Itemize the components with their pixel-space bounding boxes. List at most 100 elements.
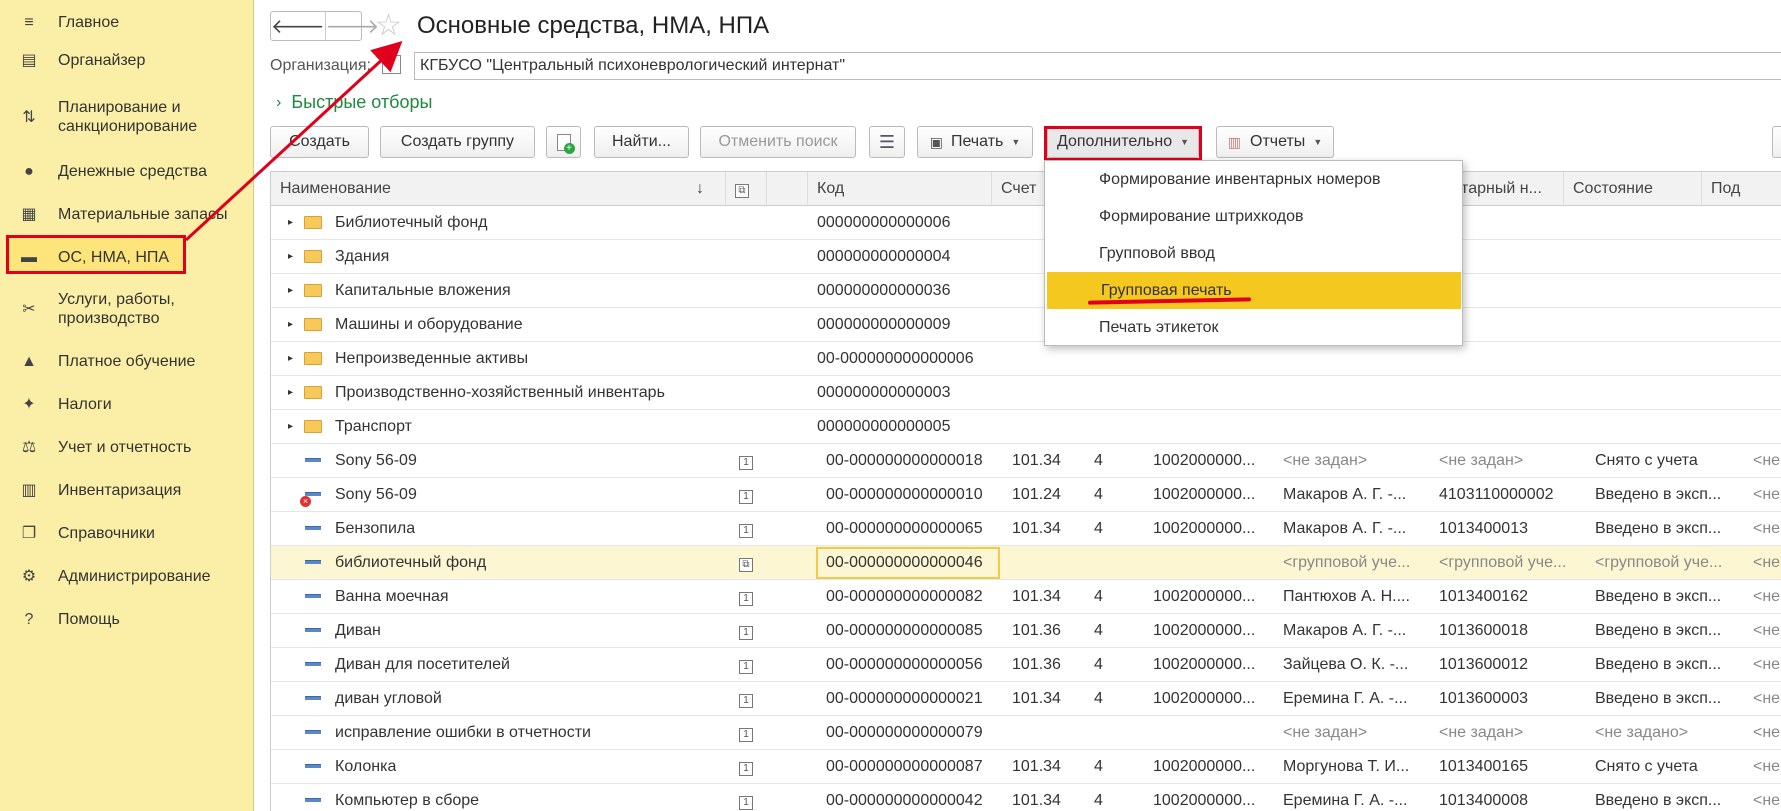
row-name: Здания (335, 248, 390, 265)
expand-triangle-icon[interactable]: ▸ (288, 240, 293, 274)
row-account: 101.36 (1012, 656, 1061, 673)
expand-triangle-icon[interactable]: ▸ (288, 274, 293, 308)
create-button[interactable]: Создать (270, 126, 369, 158)
column-name[interactable]: Наименование (271, 172, 726, 206)
expand-triangle-icon[interactable]: ▸ (288, 410, 293, 444)
sidebar-item-accounting[interactable]: ⚖ Учет и отчетность (18, 436, 192, 458)
row-name: Диван для посетителей (335, 656, 510, 673)
item-icon (305, 444, 321, 478)
column-code[interactable]: Код (808, 172, 992, 206)
menu-item-inventory-numbers[interactable]: Формирование инвентарных номеров (1045, 161, 1462, 198)
menu-item-barcodes[interactable]: Формирование штрихкодов (1045, 198, 1462, 235)
row-state: Введено в эксп... (1595, 486, 1721, 503)
sidebar-item-administration[interactable]: ⚙ Администрирование (18, 565, 211, 587)
table-row[interactable]: Колонка 1 00-000000000000087 101.34 4 10… (271, 750, 1781, 784)
reports-button[interactable]: ▥ Отчеты ▼ (1216, 126, 1334, 158)
table-row-folder[interactable]: ▸ Непроизведенные активы 00-000000000000… (271, 342, 1781, 376)
table-row-folder[interactable]: ▸ Библиотечный фонд 000000000000006 (271, 206, 1781, 240)
back-button[interactable]: 🡐 (271, 12, 325, 40)
item-icon (305, 750, 321, 784)
menu-item-label-print[interactable]: Печать этикеток (1045, 309, 1462, 346)
sidebar-item-organizer[interactable]: ▤ Органайзер (18, 49, 145, 71)
row-sub: <не (1753, 656, 1781, 673)
cancel-search-button[interactable]: Отменить поиск (700, 126, 856, 158)
sidebar-item-paid-education[interactable]: ▲ Платное обучение (18, 350, 195, 372)
folder-icon (304, 308, 322, 342)
row-inventory-number: 1013600018 (1439, 622, 1528, 639)
table-row[interactable]: Компьютер в сборе 1 00-000000000000042 1… (271, 784, 1781, 811)
list-settings-button[interactable]: ☰ (869, 126, 905, 158)
single-mark-icon: 1 (739, 512, 753, 546)
sidebar-item-money[interactable]: ● Денежные средства (18, 160, 207, 182)
row-kfo: 4 (1094, 690, 1103, 707)
menu-item-group-input[interactable]: Групповой ввод (1045, 235, 1462, 272)
sidebar-item-materials[interactable]: ▦ Материальные запасы (18, 203, 227, 225)
row-code: 00-000000000000082 (826, 588, 983, 605)
row-code: 000000000000009 (817, 316, 951, 333)
table-row[interactable]: исправление ошибки в отчетности 1 00-000… (271, 716, 1781, 750)
table-row[interactable]: Ванна моечная 1 00-000000000000082 101.3… (271, 580, 1781, 614)
single-mark-icon: 1 (739, 784, 753, 811)
row-name: Машины и оборудование (335, 316, 523, 333)
sort-arrow-icon[interactable]: ↓ (696, 172, 726, 206)
sidebar-item-services[interactable]: ✂ Услуги, работы, производство (18, 290, 208, 328)
reports-label: Отчеты (1250, 133, 1306, 150)
expand-triangle-icon[interactable]: ▸ (288, 308, 293, 342)
organizer-icon: ▤ (21, 51, 37, 69)
sidebar-item-help[interactable]: ? Помощь (18, 608, 120, 630)
sidebar-item-inventory[interactable]: ▥ Инвентаризация (18, 479, 181, 501)
table-row[interactable]: Sony 56-09 1 00-000000000000018 101.34 4… (271, 444, 1781, 478)
column-sub[interactable]: Под (1702, 172, 1781, 206)
quick-filters-toggle[interactable]: › Быстрые отборы (276, 92, 432, 113)
row-account: 101.34 (1012, 758, 1061, 775)
table-row[interactable]: Диван для посетителей 1 00-0000000000000… (271, 648, 1781, 682)
row-kfo: 4 (1094, 656, 1103, 673)
row-sub: <не (1753, 758, 1781, 775)
forward-button[interactable]: 🡒 (324, 12, 379, 40)
row-code: 000000000000003 (817, 384, 951, 401)
create-group-button[interactable]: Создать группу (380, 126, 535, 158)
folder-icon (304, 376, 322, 410)
row-kps: 1002000000... (1153, 622, 1256, 639)
sidebar-item-directories[interactable]: ❐ Справочники (18, 522, 155, 544)
folder-icon (304, 240, 322, 274)
table-row-folder[interactable]: ▸ Машины и оборудование 000000000000009 (271, 308, 1781, 342)
table-header: Наименование ↓ ⧉ Код Счет вентарный н...… (271, 172, 1781, 206)
table-row-folder[interactable]: ▸ Здания 000000000000004 (271, 240, 1781, 274)
more-actions-button[interactable] (1772, 126, 1781, 158)
sidebar-item-planning[interactable]: ⇅ Планирование и санкционирование (18, 98, 228, 136)
table-row[interactable]: Диван 1 00-000000000000085 101.36 4 1002… (271, 614, 1781, 648)
item-icon (305, 512, 321, 546)
organization-checkbox[interactable]: ✓ (382, 55, 401, 74)
sidebar: ≡ Главное ▤ Органайзер ⇅ Планирование и … (0, 0, 254, 811)
table-row[interactable]: библиотечный фонд ⧉ 00-000000000000046 <… (271, 546, 1781, 580)
table-row[interactable]: × Sony 56-09 1 00-000000000000010 101.24… (271, 478, 1781, 512)
table-row[interactable]: Бензопила 1 00-000000000000065 101.34 4 … (271, 512, 1781, 546)
expand-triangle-icon[interactable]: ▸ (288, 342, 293, 376)
find-button[interactable]: Найти... (594, 126, 689, 158)
quick-filters-label: Быстрые отборы (291, 92, 433, 112)
row-code: 00-000000000000087 (826, 758, 983, 775)
sidebar-item-taxes[interactable]: ✦ Налоги (18, 393, 111, 415)
row-code: 00-000000000000018 (826, 452, 983, 469)
row-responsible: Моргунова Т. И... (1283, 758, 1410, 775)
sidebar-item-fixed-assets[interactable]: ▬ ОС, НМА, НПА (18, 246, 169, 268)
table-row[interactable]: диван угловой 1 00-000000000000021 101.3… (271, 682, 1781, 716)
column-state[interactable]: Состояние (1564, 172, 1702, 206)
print-button[interactable]: ▣ Печать ▼ (917, 126, 1033, 158)
column-picture[interactable]: ⧉ (726, 172, 767, 206)
table-row-folder[interactable]: ▸ Капитальные вложения 000000000000036 (271, 274, 1781, 308)
list-icon: ☰ (878, 131, 896, 152)
row-kps: 1002000000... (1153, 656, 1256, 673)
organization-field[interactable]: КГБУСО "Центральный психоневрологический… (414, 52, 1781, 80)
expand-triangle-icon[interactable]: ▸ (288, 376, 293, 410)
copy-button[interactable]: + (546, 126, 581, 158)
table-row-folder[interactable]: ▸ Производственно-хозяйственный инвентар… (271, 376, 1781, 410)
sidebar-item-label: Денежные средства (58, 162, 207, 180)
row-code: 000000000000006 (817, 214, 951, 231)
expand-triangle-icon[interactable]: ▸ (288, 206, 293, 240)
sidebar-item-main[interactable]: ≡ Главное (18, 11, 119, 33)
table-row-folder[interactable]: ▸ Транспорт 000000000000005 (271, 410, 1781, 444)
chevron-right-icon: › (276, 93, 282, 111)
favorite-star-icon[interactable]: ☆ (375, 9, 402, 43)
